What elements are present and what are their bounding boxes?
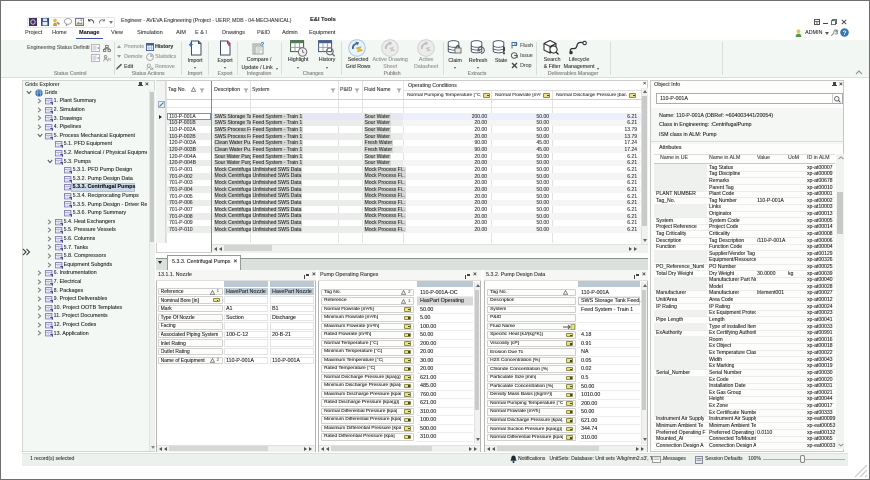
svg-text:?: ? bbox=[843, 30, 847, 37]
svg-text:?: ? bbox=[261, 42, 265, 48]
svg-text:R: R bbox=[108, 57, 111, 62]
